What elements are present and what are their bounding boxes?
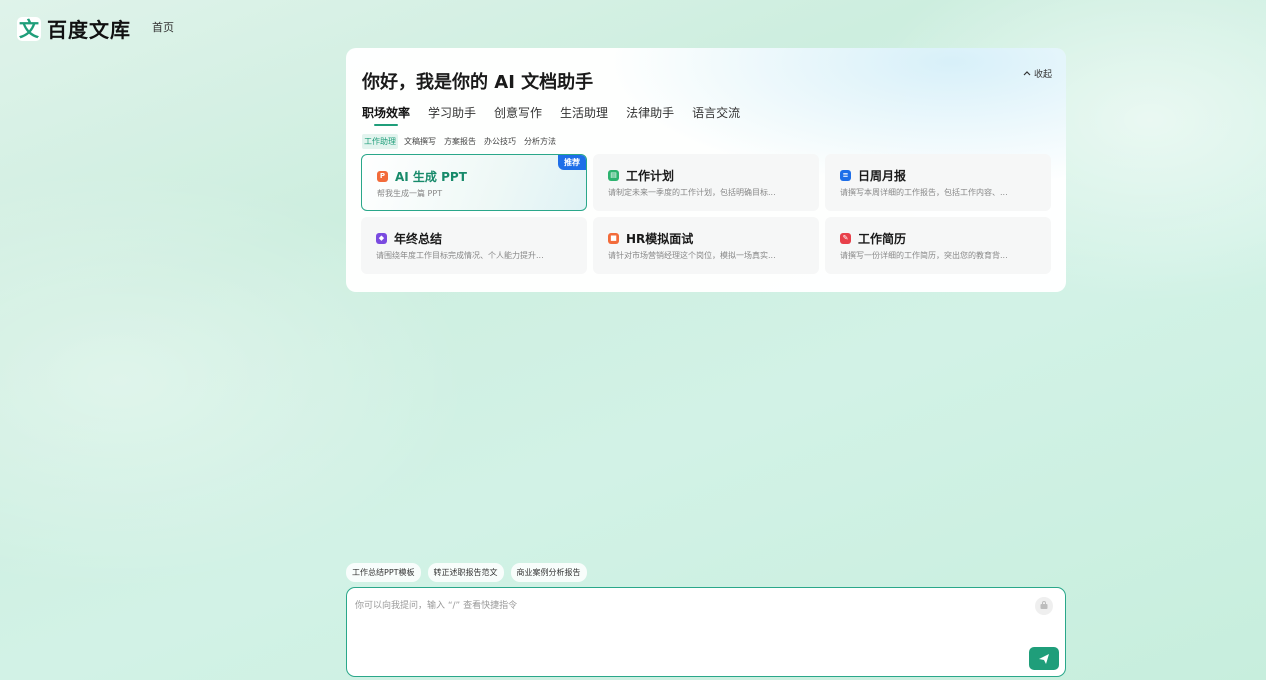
tab-legal-assistant[interactable]: 法律助手	[626, 104, 674, 125]
chip-work-summary-ppt[interactable]: 工作总结PPT模板	[346, 563, 421, 582]
card-title: HR模拟面试	[626, 232, 694, 246]
subtab-proposal-report[interactable]: 方案报告	[442, 134, 478, 149]
sub-tabs: 工作助理 文稿撰写 方案报告 办公技巧 分析方法	[362, 134, 558, 149]
card-annual-summary[interactable]: ◆ 年终总结 请围绕年度工作目标完成情况、个人能力提升...	[361, 217, 587, 274]
tab-creative-writing[interactable]: 创意写作	[494, 104, 542, 125]
card-work-plan[interactable]: ▤ 工作计划 请制定未来一季度的工作计划，包括明确目标...	[593, 154, 819, 211]
card-desc: 请撰写本周详细的工作报告，包括工作内容、...	[840, 188, 1008, 197]
chevron-up-icon	[1023, 69, 1031, 78]
subtab-document-writing[interactable]: 文稿撰写	[402, 134, 438, 149]
send-button[interactable]	[1029, 647, 1059, 670]
tab-language-exchange[interactable]: 语言交流	[692, 104, 740, 125]
card-hr-interview[interactable]: ■ HR模拟面试 请针对市场营销经理这个岗位，模拟一场真实...	[593, 217, 819, 274]
card-title: AI 生成 PPT	[395, 170, 467, 184]
chat-input[interactable]	[355, 598, 1015, 658]
report-icon: ≡	[840, 170, 851, 181]
attachment-icon[interactable]	[1035, 597, 1053, 615]
chip-business-case[interactable]: 商业案例分析报告	[510, 563, 587, 582]
card-desc: 请制定未来一季度的工作计划，包括明确目标...	[608, 188, 776, 197]
quick-prompt-chips: 工作总结PPT模板 转正述职报告范文 商业案例分析报告	[346, 563, 587, 582]
send-icon	[1039, 653, 1049, 664]
panel-title: 你好，我是你的 AI 文档助手	[362, 72, 594, 93]
logo-mark-icon: 文	[17, 16, 41, 41]
card-desc: 帮我生成一篇 PPT	[377, 189, 443, 198]
tab-life-assistant[interactable]: 生活助理	[560, 104, 608, 125]
logo-text: 百度文库	[47, 18, 131, 42]
collapse-label: 收起	[1033, 70, 1052, 80]
baidu-wenku-logo[interactable]: 文 百度文库	[17, 14, 131, 43]
chat-input-box	[346, 587, 1066, 677]
collapse-button[interactable]: 收起	[1023, 67, 1052, 80]
card-title: 日周月报	[858, 169, 907, 183]
card-title: 工作计划	[626, 169, 675, 183]
assistant-panel: 你好，我是你的 AI 文档助手 收起 职场效率 学习助手 创意写作 生活助理 法…	[346, 48, 1066, 292]
ppt-icon: P	[377, 171, 388, 182]
card-desc: 请围绕年度工作目标完成情况、个人能力提升...	[376, 251, 544, 260]
subtab-office-tips[interactable]: 办公技巧	[482, 134, 518, 149]
subtab-analysis-methods[interactable]: 分析方法	[522, 134, 558, 149]
card-desc: 请撰写一份详细的工作简历，突出您的教育背...	[840, 251, 1008, 260]
card-weekly-report[interactable]: ≡ 日周月报 请撰写本周详细的工作报告，包括工作内容、...	[825, 154, 1051, 211]
subtab-work-assistant[interactable]: 工作助理	[362, 134, 398, 149]
card-ai-ppt[interactable]: 推荐 P AI 生成 PPT 帮我生成一篇 PPT	[361, 154, 587, 211]
card-desc: 请针对市场营销经理这个岗位，模拟一场真实...	[608, 251, 776, 260]
nav-home-link[interactable]: 首页	[152, 19, 174, 35]
main-tabs: 职场效率 学习助手 创意写作 生活助理 法律助手 语言交流	[362, 104, 740, 126]
resume-icon: ✎	[840, 233, 851, 244]
summary-icon: ◆	[376, 233, 387, 244]
card-title: 年终总结	[394, 232, 443, 246]
plan-icon: ▤	[608, 170, 619, 181]
card-resume[interactable]: ✎ 工作简历 请撰写一份详细的工作简历，突出您的教育背...	[825, 217, 1051, 274]
tab-work-efficiency[interactable]: 职场效率	[362, 104, 410, 126]
chip-probation-report[interactable]: 转正述职报告范文	[427, 563, 504, 582]
interview-icon: ■	[608, 233, 619, 244]
card-title: 工作简历	[858, 232, 907, 246]
tab-study-assistant[interactable]: 学习助手	[428, 104, 476, 125]
recommend-badge: 推荐	[558, 155, 586, 170]
